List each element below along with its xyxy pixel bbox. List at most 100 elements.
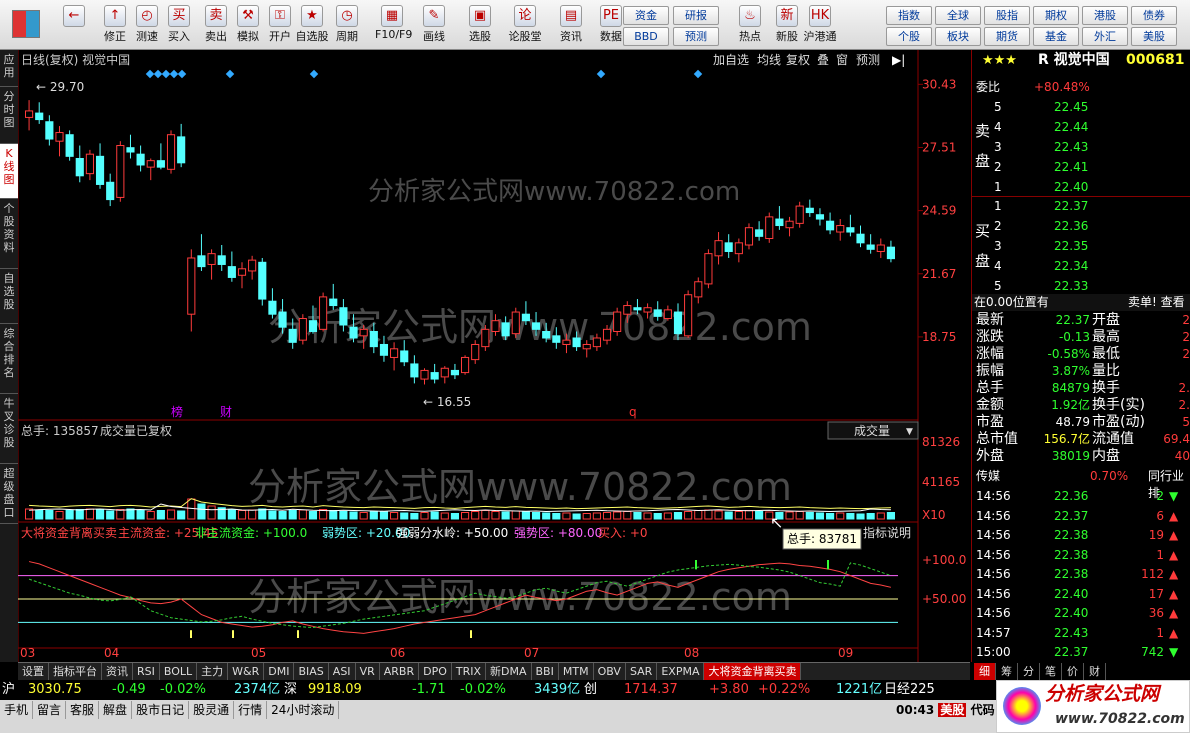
indicator-tab[interactable]: RSI <box>133 663 160 680</box>
toolbar-quick-button[interactable]: 研报 <box>673 6 719 25</box>
status-item[interactable]: 手机 <box>0 701 34 719</box>
left-tab[interactable]: 应用 <box>0 50 18 87</box>
sector-name[interactable]: 传媒 <box>976 468 1000 485</box>
indicator-tab[interactable]: OBV <box>594 663 626 680</box>
left-tab[interactable]: 个股资料 <box>0 199 18 269</box>
toolbar-button-16[interactable]: 新新股 <box>770 3 804 47</box>
status-item[interactable]: 留言 <box>33 701 67 719</box>
indicator-tab[interactable]: BBI <box>532 663 559 680</box>
chart-event-marker[interactable]: 财 <box>220 405 232 419</box>
toolbar-quick-button[interactable]: BBD <box>623 27 669 46</box>
candle-body <box>207 253 216 265</box>
left-tab[interactable]: 综合排名 <box>0 324 18 394</box>
left-tab[interactable]: K线图 <box>0 144 18 199</box>
chart-event-marker[interactable]: q <box>629 405 637 419</box>
toolbar-button-13[interactable]: ▤ 资讯 <box>554 3 588 47</box>
indicator-tab[interactable]: BIAS <box>294 663 329 680</box>
market-button[interactable]: 基金 <box>1033 27 1079 46</box>
chevron-down-icon[interactable]: ▼ <box>906 427 913 437</box>
toolbar-button-12[interactable]: 论论股堂 <box>508 3 542 47</box>
indicator-tab[interactable]: 主力 <box>197 663 229 680</box>
chart-header-button[interactable]: 预测 <box>856 53 880 67</box>
toolbar-quick-button[interactable]: 预测 <box>673 27 719 46</box>
indicator-tab[interactable]: MTM <box>559 663 594 680</box>
toolbar-button-8[interactable]: ◷ 周期 <box>330 3 364 47</box>
chart-header-button[interactable]: 均线 <box>757 53 781 67</box>
detail-tab[interactable]: 笔 <box>1040 663 1062 680</box>
detail-tab[interactable]: 筹 <box>996 663 1018 680</box>
menu-grid-icon[interactable] <box>12 10 40 38</box>
toolbar-button-9[interactable]: ▦ F10/F9 <box>375 3 412 47</box>
indicator-tab[interactable]: 大将资金背离买卖 <box>704 663 802 680</box>
indicator-tab[interactable]: TRIX <box>452 663 487 680</box>
indicator-tab[interactable]: 指标平台 <box>49 663 102 680</box>
candle-body <box>602 328 612 341</box>
detail-tab[interactable]: 分 <box>1018 663 1040 680</box>
indicator-help-button[interactable]: 指标说明 <box>863 525 911 540</box>
chart-header-button[interactable]: 加自选 <box>713 53 749 67</box>
toolbar-button-2[interactable]: ◴ 测速 <box>130 3 164 47</box>
toolbar-button-17[interactable]: HK 沪港通 <box>803 3 837 47</box>
left-tab[interactable]: 分时图 <box>0 87 18 144</box>
indicator-tab[interactable]: VR <box>356 663 380 680</box>
left-tab[interactable]: 自选股 <box>0 269 18 324</box>
detail-tab[interactable]: 细 <box>974 663 996 680</box>
indicator-tab[interactable]: 新DMA <box>486 663 532 680</box>
market-button[interactable]: 期权 <box>1033 6 1079 25</box>
status-item[interactable]: 解盘 <box>99 701 133 719</box>
toolbar-button-11[interactable]: ▣ 选股 <box>463 3 497 47</box>
status-item[interactable]: 股市日记 <box>132 701 190 719</box>
indicator-tab[interactable]: ASI <box>329 663 356 680</box>
status-item[interactable]: 24小时滚动 <box>267 701 340 719</box>
left-tab[interactable]: 超级盘口 <box>0 464 18 524</box>
left-tab[interactable]: 牛叉诊股 <box>0 394 18 464</box>
position-note-link[interactable]: 卖单! 查看 <box>1128 294 1185 311</box>
toolbar-button-7[interactable]: ★ 自选股 <box>295 3 329 47</box>
kline-chart-area[interactable]: 分析家公式网www.70822.com 分析家公式网www.70822.com 分析… <box>17 50 970 662</box>
market-button[interactable]: 全球 <box>935 6 981 25</box>
trade-price: 22.40 <box>1054 586 1089 601</box>
arrow-up-icon: ▲ <box>1169 547 1179 562</box>
toolbar-button-0[interactable]: ← <box>56 3 92 47</box>
market-button[interactable]: 股指 <box>984 6 1030 25</box>
market-button[interactable]: 期货 <box>984 27 1030 46</box>
chart-header-button[interactable]: 叠 <box>817 53 829 67</box>
toolbar-button-1[interactable]: ↑ 修正 <box>98 3 132 47</box>
market-button[interactable]: 外汇 <box>1082 27 1128 46</box>
market-button[interactable]: 债券 <box>1131 6 1177 25</box>
indicator-tab[interactable]: ARBR <box>380 663 420 680</box>
indicator-tab[interactable]: DPO <box>419 663 452 680</box>
detail-tab[interactable]: 财 <box>1084 663 1106 680</box>
status-item[interactable]: 股灵通 <box>189 701 235 719</box>
indicator-tab[interactable]: EXPMA <box>657 663 705 680</box>
volume-bar <box>826 513 835 520</box>
expand-arrow-icon[interactable]: ▶| <box>892 53 905 67</box>
toolbar-quick-button[interactable]: 资金 <box>623 6 669 25</box>
toolbar-button-3[interactable]: 买买入 <box>162 3 196 47</box>
toolbar-button-15[interactable]: ♨ 热点 <box>733 3 767 47</box>
status-item[interactable]: 客服 <box>66 701 100 719</box>
market-button[interactable]: 指数 <box>886 6 932 25</box>
toolbar-button-5[interactable]: ⚒ 模拟 <box>231 3 265 47</box>
market-button[interactable]: 个股 <box>886 27 932 46</box>
indicator-tab[interactable]: DMI <box>264 663 295 680</box>
logo-name: 分析家公式网 <box>1045 683 1160 705</box>
market-button[interactable]: 板块 <box>935 27 981 46</box>
market-button[interactable]: 美股 <box>1131 27 1177 46</box>
market-button[interactable]: 港股 <box>1082 6 1128 25</box>
indicator-tab[interactable]: 设置 <box>18 663 49 680</box>
indicator-tab[interactable]: SAR <box>626 663 658 680</box>
chart-header-button[interactable]: 窗 <box>836 53 848 67</box>
chart-header-button[interactable]: 复权 <box>786 53 810 67</box>
toolbar-button-6[interactable]: ⚿ 开户 <box>263 3 297 47</box>
trade-price: 22.38 <box>1054 547 1089 562</box>
indicator-tab[interactable]: BOLL <box>160 663 198 680</box>
indicator-tab[interactable]: W&R <box>228 663 265 680</box>
indicator-tab[interactable]: 资讯 <box>102 663 133 680</box>
chart-event-marker[interactable]: 榜 <box>171 404 183 419</box>
toolbar-button-4[interactable]: 卖卖出 <box>199 3 233 47</box>
price-tick-label: 24.59 <box>922 204 956 218</box>
status-item[interactable]: 行情 <box>234 701 268 719</box>
toolbar-button-10[interactable]: ✎ 画线 <box>417 3 451 47</box>
detail-tab[interactable]: 价 <box>1062 663 1084 680</box>
